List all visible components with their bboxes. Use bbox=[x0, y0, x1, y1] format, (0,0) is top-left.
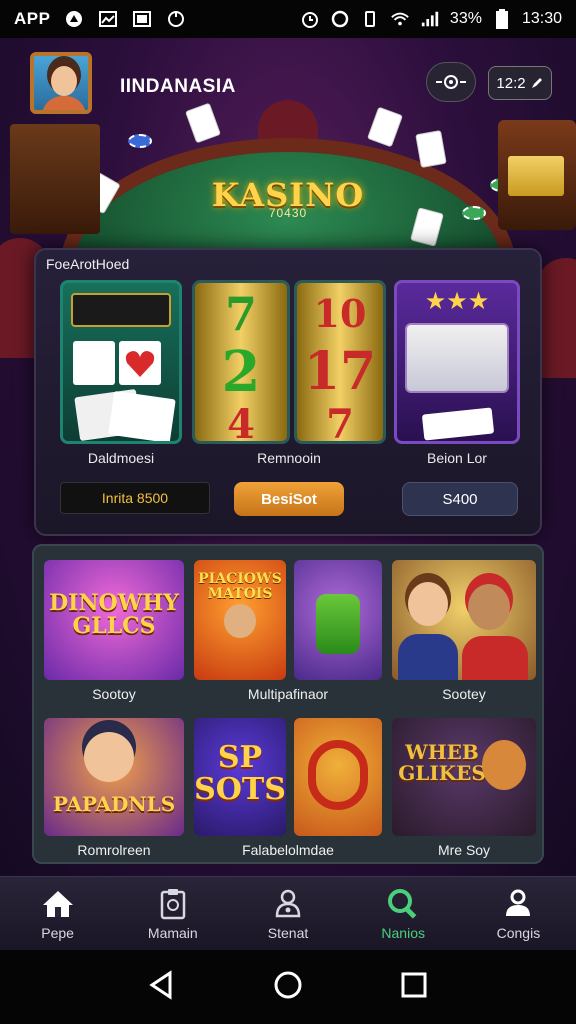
home-icon bbox=[41, 887, 75, 921]
game-tile[interactable] bbox=[294, 560, 382, 680]
reset-button[interactable]: BesiSot bbox=[234, 482, 344, 516]
game-grid: DINOWHY GLLCS PIACIOWS MATOIS Sootoy Mul… bbox=[32, 544, 544, 864]
game-tile[interactable]: WHEB GLIKES bbox=[392, 718, 536, 836]
recents-icon[interactable] bbox=[400, 971, 428, 1004]
featured-title: FoeArotHoed bbox=[46, 256, 130, 272]
home-circle-icon[interactable] bbox=[272, 969, 304, 1006]
nav-label: Stenat bbox=[267, 924, 309, 941]
nav-label: Nanios bbox=[381, 924, 425, 941]
game-label: Falabelolmdae bbox=[242, 842, 334, 858]
slot-label: Remnooin bbox=[257, 450, 321, 466]
heart-icon bbox=[125, 351, 155, 377]
reel-symbol: 2 bbox=[221, 339, 261, 405]
battery-icon bbox=[492, 9, 512, 29]
back-icon[interactable] bbox=[148, 969, 176, 1005]
game-label: Multipafinaor bbox=[247, 686, 329, 702]
game-tile[interactable] bbox=[294, 718, 382, 836]
featured-slot-cards[interactable] bbox=[60, 280, 182, 444]
game-tile[interactable]: SP SOTS bbox=[194, 718, 286, 836]
amount-button[interactable]: S400 bbox=[402, 482, 518, 516]
game-art-text: PIACIOWS MATOIS bbox=[198, 571, 282, 602]
battery-percent: 33% bbox=[449, 10, 482, 27]
nav-item-congis[interactable]: Congis bbox=[461, 877, 576, 950]
status-app-label: APP bbox=[14, 9, 51, 28]
nav-label: Pepe bbox=[41, 924, 74, 941]
app-title: IINDANASIA bbox=[120, 76, 236, 97]
featured-slot-reel-right[interactable]: 10 17 7 bbox=[294, 280, 386, 444]
status-bar: APP 33% 13:30 bbox=[0, 0, 576, 38]
stars-icon: ★★★ bbox=[424, 288, 490, 315]
bell-icon bbox=[271, 887, 305, 921]
reel-symbol: 7 bbox=[224, 287, 257, 341]
playing-card bbox=[184, 102, 222, 144]
slot-label: Beion Lor bbox=[427, 450, 487, 466]
nav-item-stenat[interactable]: Stenat bbox=[230, 877, 345, 950]
game-label: Sootoy bbox=[92, 686, 136, 702]
user-avatar[interactable] bbox=[30, 52, 92, 114]
game-tile[interactable] bbox=[392, 560, 536, 680]
search-icon bbox=[386, 887, 420, 921]
game-art-text: DINOWHY GLLCS bbox=[49, 590, 179, 640]
timer-button[interactable]: 12:2 bbox=[488, 66, 552, 100]
settings-dial-button[interactable] bbox=[426, 62, 476, 102]
game-label: Mre Soy bbox=[437, 842, 491, 858]
poker-chip bbox=[128, 134, 152, 148]
nav-label: Congis bbox=[496, 924, 541, 941]
nav-item-home[interactable]: Pepe bbox=[0, 877, 115, 950]
featured-panel: FoeArotHoed 7 2 4 10 17 7 ★★★ Daldmoesi … bbox=[34, 248, 542, 536]
featured-slot-stars[interactable]: ★★★ bbox=[394, 280, 520, 444]
poker-chip bbox=[462, 206, 486, 220]
signal-icon bbox=[420, 9, 440, 29]
game-art-text: SP SOTS bbox=[194, 740, 286, 807]
person-icon bbox=[501, 887, 535, 921]
timer-label: 12:2 bbox=[496, 74, 526, 92]
game-tile[interactable]: PIACIOWS MATOIS bbox=[194, 560, 286, 680]
chair-right bbox=[536, 258, 576, 378]
nav-label: Mamain bbox=[147, 924, 198, 941]
sync-icon bbox=[166, 9, 186, 29]
wifi-icon bbox=[390, 9, 410, 29]
nav-item-nanios[interactable]: Nanios bbox=[346, 877, 461, 950]
nav-item-mamain[interactable]: Mamain bbox=[115, 877, 230, 950]
slot-machine-decor bbox=[498, 120, 576, 230]
edit-icon bbox=[531, 78, 542, 88]
document-icon bbox=[156, 887, 190, 921]
featured-slot-reel-left[interactable]: 7 2 4 bbox=[192, 280, 290, 444]
cabinet-decor bbox=[10, 124, 100, 234]
status-time: 13:30 bbox=[521, 10, 562, 27]
slot-label: Daldmoesi bbox=[87, 450, 155, 466]
dial-icon bbox=[436, 75, 466, 89]
sync-circle-icon bbox=[330, 9, 350, 29]
playing-card bbox=[415, 130, 447, 168]
gallery-icon bbox=[98, 9, 118, 29]
reel-symbol: 17 bbox=[303, 341, 377, 402]
amount-display: Inrita 8500 bbox=[60, 482, 210, 514]
reel-symbol: 10 bbox=[313, 291, 367, 336]
playing-card bbox=[366, 106, 404, 148]
reel-symbol: 4 bbox=[227, 401, 255, 444]
image-icon bbox=[132, 9, 152, 29]
system-nav-bar bbox=[0, 950, 576, 1024]
game-label: Sootey bbox=[442, 686, 486, 702]
game-art-text: PAPADNLS bbox=[52, 792, 176, 816]
game-tile[interactable]: DINOWHY GLLCS bbox=[44, 560, 184, 680]
vibrate-icon bbox=[360, 9, 380, 29]
game-tile[interactable]: PAPADNLS bbox=[44, 718, 184, 836]
notification-icon bbox=[64, 9, 84, 29]
bottom-nav: Pepe Mamain Stenat Nanios Congis bbox=[0, 876, 576, 950]
alarm-icon bbox=[300, 9, 320, 29]
reel-symbol: 7 bbox=[326, 401, 354, 444]
game-label: Romrolreen bbox=[77, 842, 151, 858]
